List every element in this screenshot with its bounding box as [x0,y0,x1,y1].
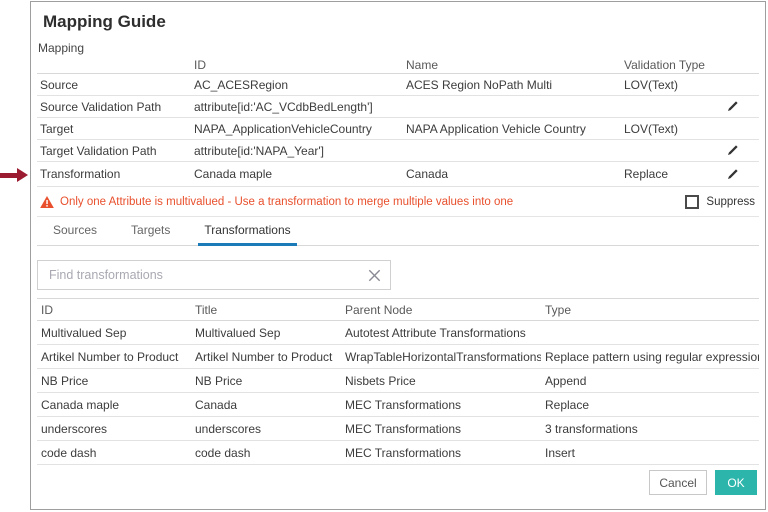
cell-parent-node: MEC Transformations [341,446,541,460]
cell-id: NB Price [37,374,191,388]
cell-type: Insert [541,446,759,460]
cell-validation-type: Replace [621,167,726,181]
suppress-checkbox[interactable] [685,195,699,209]
row-label: Target Validation Path [37,144,191,158]
dialog-title: Mapping Guide [43,11,759,33]
column-header-name: Name [403,58,621,72]
clear-x-icon[interactable] [368,269,381,282]
suppress-label: Suppress [706,196,755,208]
cell-id: code dash [37,446,191,460]
mapping-table: ID Name Validation Type Source AC_ACESRe… [37,57,759,187]
dialog-footer: Cancel OK [37,465,759,495]
cell-validation-type: LOV(Text) [621,78,726,92]
cell-name: Canada [403,167,621,181]
cancel-button[interactable]: Cancel [649,470,707,495]
cell-type: Append [541,374,759,388]
row-label: Target [37,122,191,136]
row-label: Source [37,78,191,92]
mapping-guide-dialog: Mapping Guide Mapping ID Name Validation… [30,1,766,510]
cell-title: underscores [191,422,341,436]
cell-parent-node: Nisbets Price [341,374,541,388]
column-header-id: ID [191,58,403,72]
cell-id: Canada maple [191,167,403,181]
column-header-id: ID [37,303,191,317]
tab-transformations[interactable]: Transformations [198,217,296,246]
table-row[interactable]: code dash code dash MEC Transformations … [37,441,759,465]
cell-id: Canada maple [37,398,191,412]
tab-targets[interactable]: Targets [125,217,176,246]
cell-title: NB Price [191,374,341,388]
edit-pencil-icon[interactable] [726,144,761,157]
search-box [37,260,391,290]
cell-title: Artikel Number to Product [191,350,341,364]
transformations-table: ID Title Parent Node Type Multivalued Se… [37,298,759,465]
table-row[interactable]: Multivalued Sep Multivalued Sep Autotest… [37,321,759,345]
edit-pencil-icon[interactable] [726,100,761,113]
cell-id: underscores [37,422,191,436]
cell-parent-node: WrapTableHorizontalTransformations [341,350,541,364]
tab-strip: Sources Targets Transformations [37,217,759,246]
warning-triangle-icon [40,196,54,208]
annotation-arrow-icon [0,168,28,182]
cell-name: ACES Region NoPath Multi [403,78,621,92]
transformations-table-header: ID Title Parent Node Type [37,298,759,321]
cell-id: attribute[id:'AC_VCdbBedLength'] [191,100,403,114]
table-row-source-validation-path: Source Validation Path attribute[id:'AC_… [37,96,759,118]
mapping-section-label: Mapping [38,41,759,55]
tab-sources[interactable]: Sources [47,217,103,246]
cell-parent-node: MEC Transformations [341,422,541,436]
edit-pencil-icon[interactable] [726,168,761,181]
search-input[interactable] [47,267,368,283]
cell-parent-node: MEC Transformations [341,398,541,412]
table-row-transformation: Transformation Canada maple Canada Repla… [37,162,759,187]
table-row[interactable]: underscores underscores MEC Transformati… [37,417,759,441]
table-row[interactable]: NB Price NB Price Nisbets Price Append [37,369,759,393]
warning-strip: Only one Attribute is multivalued - Use … [37,187,759,217]
column-header-parent-node: Parent Node [341,303,541,317]
cell-id: NAPA_ApplicationVehicleCountry [191,122,403,136]
table-row[interactable]: Canada maple Canada MEC Transformations … [37,393,759,417]
cell-id: Multivalued Sep [37,326,191,340]
table-row[interactable]: Artikel Number to Product Artikel Number… [37,345,759,369]
cell-id: AC_ACESRegion [191,78,403,92]
cell-id: attribute[id:'NAPA_Year'] [191,144,403,158]
cell-title: Multivalued Sep [191,326,341,340]
cell-type: Replace pattern using regular expression… [541,350,759,364]
ok-button[interactable]: OK [715,470,757,495]
cell-parent-node: Autotest Attribute Transformations [341,326,541,340]
mapping-table-header: ID Name Validation Type [37,57,759,74]
cell-type: 3 transformations [541,422,759,436]
row-label: Transformation [37,167,191,181]
column-header-type: Type [541,303,759,317]
cell-name: NAPA Application Vehicle Country [403,122,621,136]
warning-text: Only one Attribute is multivalued - Use … [60,196,513,208]
cell-id: Artikel Number to Product [37,350,191,364]
column-header-title: Title [191,303,341,317]
table-row-target: Target NAPA_ApplicationVehicleCountry NA… [37,118,759,140]
cell-title: code dash [191,446,341,460]
table-row-target-validation-path: Target Validation Path attribute[id:'NAP… [37,140,759,162]
cell-validation-type: LOV(Text) [621,122,726,136]
cell-title: Canada [191,398,341,412]
row-label: Source Validation Path [37,100,191,114]
table-row-source: Source AC_ACESRegion ACES Region NoPath … [37,74,759,96]
cell-type: Replace [541,398,759,412]
column-header-validation-type: Validation Type [621,58,726,72]
